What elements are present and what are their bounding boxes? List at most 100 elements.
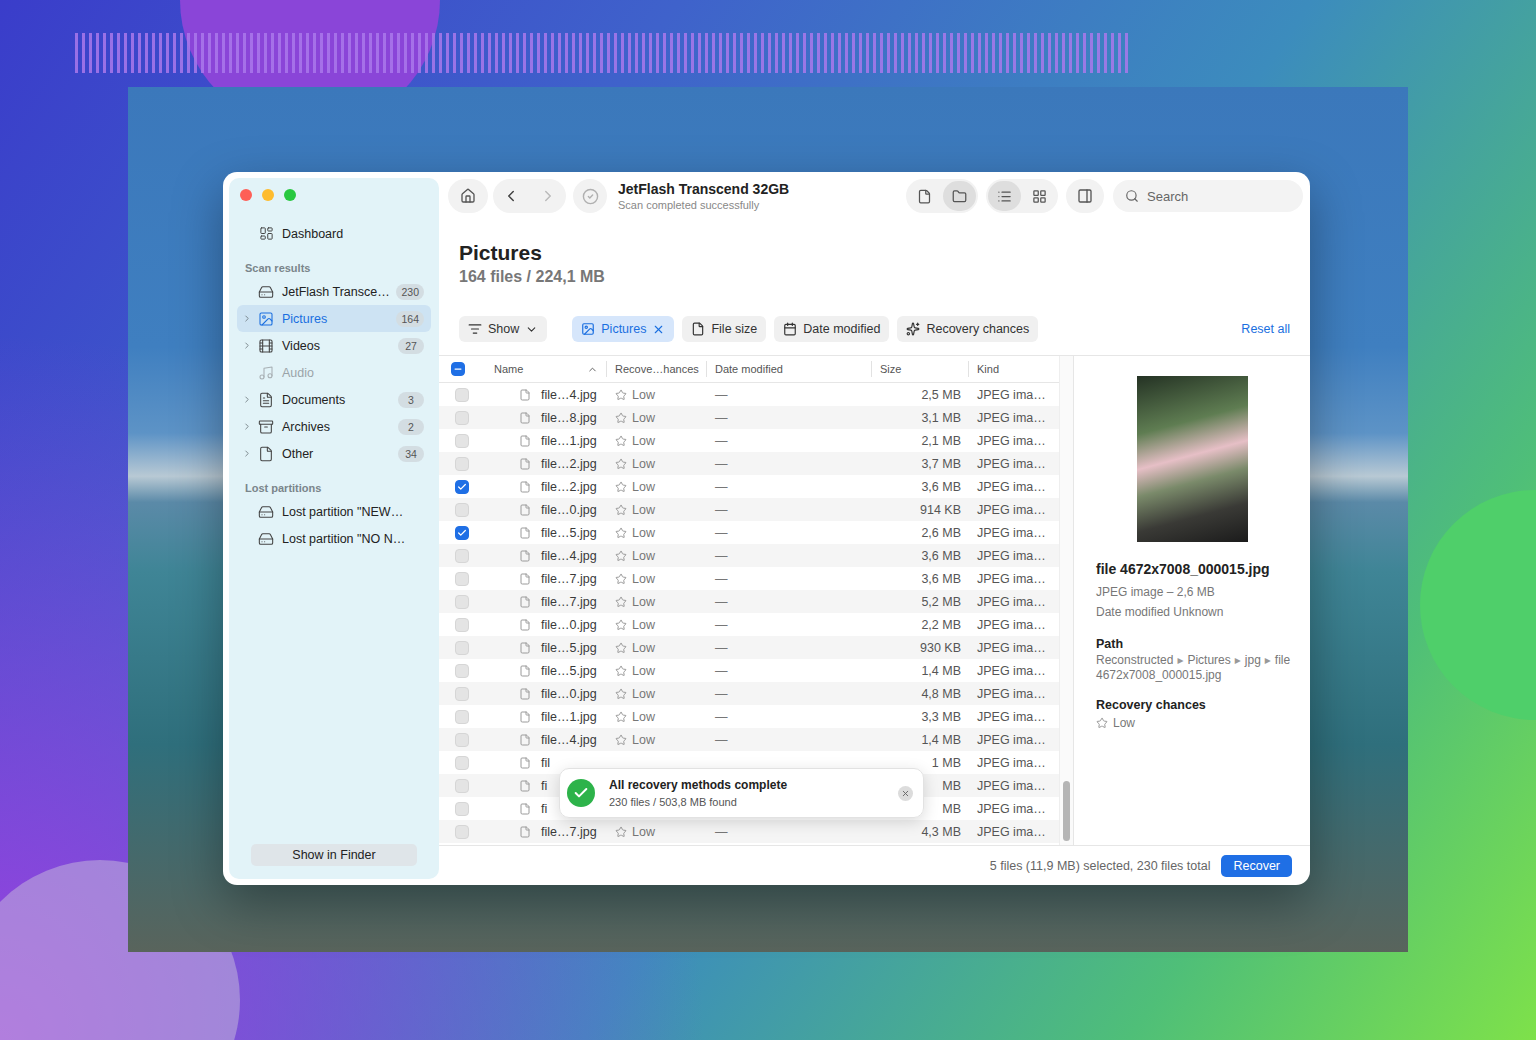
count-badge: 34 xyxy=(398,446,424,462)
chevron-right-icon[interactable] xyxy=(242,448,252,459)
row-checkbox[interactable] xyxy=(455,779,469,793)
row-checkbox[interactable] xyxy=(455,572,469,586)
filter-button[interactable]: Date modified xyxy=(774,316,889,342)
filter-button[interactable]: File size xyxy=(682,316,766,342)
table-row[interactable]: file…5.jpgLow—1,4 MBJPEG ima… xyxy=(439,659,1059,682)
home-button[interactable] xyxy=(448,179,488,213)
remove-icon[interactable] xyxy=(652,323,665,336)
row-checkbox[interactable] xyxy=(455,388,469,402)
sidebar-item[interactable]: Lost partition "NEW… xyxy=(237,498,431,525)
table-row[interactable]: file…5.jpgLow—930 KBJPEG ima… xyxy=(439,636,1059,659)
scrollbar[interactable] xyxy=(1059,356,1073,845)
table-row[interactable]: file…7.jpgLow—5,2 MBJPEG ima… xyxy=(439,590,1059,613)
file-view-button[interactable] xyxy=(908,181,941,211)
row-checkbox[interactable] xyxy=(455,618,469,632)
row-checkbox[interactable] xyxy=(455,756,469,770)
recover-button[interactable]: Recover xyxy=(1221,855,1292,877)
scan-status-button[interactable] xyxy=(573,179,607,213)
date-cell: — xyxy=(707,595,872,609)
column-header[interactable]: Recove…hances xyxy=(607,361,707,377)
date-cell: — xyxy=(707,641,872,655)
scroll-thumb[interactable] xyxy=(1063,781,1070,841)
table-row[interactable]: file…7.jpgLow—3,6 MBJPEG ima… xyxy=(439,567,1059,590)
column-header[interactable]: Name xyxy=(479,361,607,377)
column-header[interactable]: Date modified xyxy=(707,361,872,377)
name-cell: file…0.jpg xyxy=(479,687,607,701)
column-header[interactable]: Size xyxy=(872,361,969,377)
chevron-right-icon[interactable] xyxy=(242,313,252,324)
row-checkbox[interactable] xyxy=(455,549,469,563)
close-button[interactable] xyxy=(240,189,252,201)
select-all-checkbox[interactable] xyxy=(451,362,465,376)
row-checkbox[interactable] xyxy=(455,641,469,655)
show-in-finder-button[interactable]: Show in Finder xyxy=(251,844,417,866)
filter-button[interactable]: Show xyxy=(459,316,547,342)
chevron-right-icon[interactable] xyxy=(242,394,252,405)
kind-cell: JPEG ima… xyxy=(969,733,1059,747)
zoom-button[interactable] xyxy=(284,189,296,201)
search-field[interactable] xyxy=(1113,180,1303,212)
table-row[interactable]: file…0.jpgLow—914 KBJPEG ima… xyxy=(439,498,1059,521)
column-header[interactable]: Kind xyxy=(969,361,1059,377)
row-checkbox[interactable] xyxy=(455,434,469,448)
table-row[interactable]: file…2.jpgLow—3,7 MBJPEG ima… xyxy=(439,452,1059,475)
table-row[interactable]: file…0.jpgLow—4,8 MBJPEG ima… xyxy=(439,682,1059,705)
chevron-right-icon[interactable] xyxy=(242,421,252,432)
row-checkbox[interactable] xyxy=(455,526,469,540)
table-row[interactable]: file…1.jpgLow—2,1 MBJPEG ima… xyxy=(439,429,1059,452)
app-window: DashboardScan resultsJetFlash Transce…23… xyxy=(223,172,1310,885)
table-row[interactable]: file…4.jpgLow—3,6 MBJPEG ima… xyxy=(439,544,1059,567)
sidebar-item[interactable]: Lost partition "NO N… xyxy=(237,525,431,552)
dashboard-icon xyxy=(259,226,274,241)
row-checkbox[interactable] xyxy=(455,664,469,678)
grid-layout-button[interactable] xyxy=(1023,181,1056,211)
filter-button[interactable]: Pictures xyxy=(572,316,674,342)
sparkle-star-icon xyxy=(906,322,920,336)
table-row[interactable]: file…5.jpgLow—2,6 MBJPEG ima… xyxy=(439,521,1059,544)
forward-button[interactable] xyxy=(539,187,557,205)
reset-all-link[interactable]: Reset all xyxy=(1241,322,1290,336)
table-row[interactable]: file…7.jpgLow—4,3 MBJPEG ima… xyxy=(439,820,1059,843)
table-row[interactable]: file…4.jpgLow—2,5 MBJPEG ima… xyxy=(439,383,1059,406)
sidebar-item[interactable]: Pictures164 xyxy=(237,305,431,332)
row-checkbox[interactable] xyxy=(455,802,469,816)
row-checkbox[interactable] xyxy=(455,480,469,494)
minimize-button[interactable] xyxy=(262,189,274,201)
sidebar-item[interactable]: JetFlash Transce…230 xyxy=(237,278,431,305)
table-row[interactable]: file…1.jpgLow—3,3 MBJPEG ima… xyxy=(439,705,1059,728)
table-row[interactable]: file…0.jpgLow—2,2 MBJPEG ima… xyxy=(439,613,1059,636)
sidebar-label: Videos xyxy=(282,339,398,353)
item-icon-slot xyxy=(257,446,275,462)
sidebar-item[interactable]: Audio xyxy=(237,359,431,386)
layout-group xyxy=(986,179,1058,213)
toggle-preview-button[interactable] xyxy=(1066,179,1104,213)
row-checkbox[interactable] xyxy=(455,710,469,724)
sidebar-item[interactable]: Other34 xyxy=(237,440,431,467)
row-checkbox[interactable] xyxy=(455,687,469,701)
row-checkbox[interactable] xyxy=(455,503,469,517)
table-row[interactable]: file…8.jpgLow—3,1 MBJPEG ima… xyxy=(439,406,1059,429)
sidebar-item[interactable]: Videos27 xyxy=(237,332,431,359)
row-checkbox[interactable] xyxy=(455,411,469,425)
back-button[interactable] xyxy=(502,187,520,205)
row-checkbox[interactable] xyxy=(455,733,469,747)
filter-button[interactable]: Recovery chances xyxy=(897,316,1038,342)
row-checkbox[interactable] xyxy=(455,457,469,471)
date-cell: — xyxy=(707,664,872,678)
sidebar-item[interactable]: Documents3 xyxy=(237,386,431,413)
row-checkbox[interactable] xyxy=(455,825,469,839)
file-icon xyxy=(519,412,531,424)
table-row[interactable]: file…2.jpgLow—3,6 MBJPEG ima… xyxy=(439,475,1059,498)
row-checkbox[interactable] xyxy=(455,595,469,609)
dashboard-item[interactable]: Dashboard xyxy=(237,220,431,247)
toast-close-button[interactable] xyxy=(898,786,913,801)
list-layout-button[interactable] xyxy=(988,181,1021,211)
file-icon xyxy=(519,665,531,677)
search-input[interactable] xyxy=(1145,188,1291,205)
table-row[interactable]: file…4.jpgLow—1,4 MBJPEG ima… xyxy=(439,728,1059,751)
filter-icon xyxy=(468,322,482,336)
star-icon xyxy=(615,688,627,700)
chevron-right-icon[interactable] xyxy=(242,340,252,351)
folder-view-button[interactable] xyxy=(943,181,976,211)
sidebar-item[interactable]: Archives2 xyxy=(237,413,431,440)
